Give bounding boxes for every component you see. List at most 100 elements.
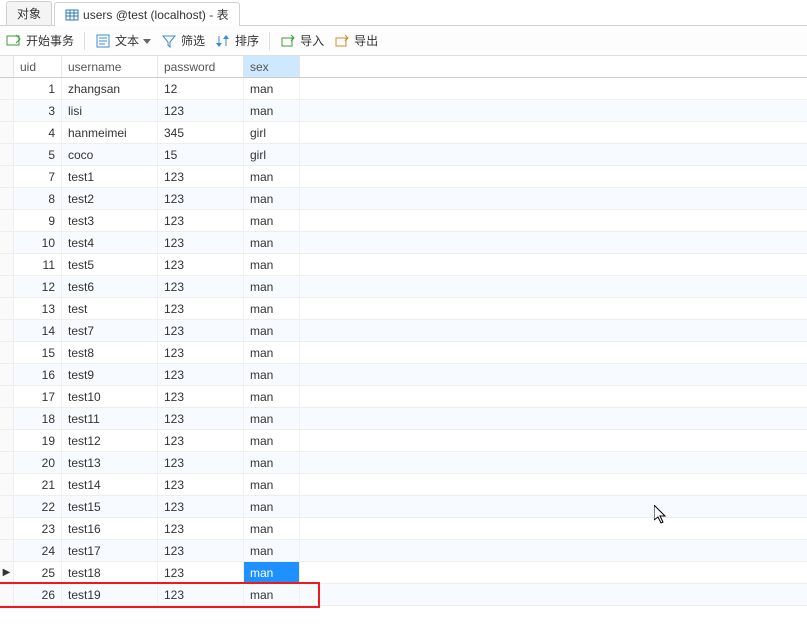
column-header-username[interactable]: username	[62, 56, 158, 77]
table-row[interactable]: 17test10123man	[0, 386, 807, 408]
table-row[interactable]: 4hanmeimei345girl	[0, 122, 807, 144]
cell-sex[interactable]: man	[244, 386, 300, 407]
import-button[interactable]: 导入	[280, 32, 324, 49]
cell-password[interactable]: 123	[158, 452, 244, 473]
cell-username[interactable]: test4	[62, 232, 158, 253]
cell-username[interactable]: test9	[62, 364, 158, 385]
cell-username[interactable]: test14	[62, 474, 158, 495]
cell-password[interactable]: 123	[158, 386, 244, 407]
cell-uid[interactable]: 3	[14, 100, 62, 121]
cell-password[interactable]: 123	[158, 364, 244, 385]
cell-sex[interactable]: girl	[244, 144, 300, 165]
table-row[interactable]: 3lisi123man	[0, 100, 807, 122]
cell-password[interactable]: 123	[158, 298, 244, 319]
tab-objects[interactable]: 对象	[6, 1, 52, 25]
cell-username[interactable]: test1	[62, 166, 158, 187]
table-row[interactable]: 15test8123man	[0, 342, 807, 364]
table-row[interactable]: 23test16123man	[0, 518, 807, 540]
cell-sex[interactable]: man	[244, 584, 300, 605]
cell-password[interactable]: 123	[158, 210, 244, 231]
table-row[interactable]: 18test11123man	[0, 408, 807, 430]
table-row[interactable]: 1zhangsan12man	[0, 78, 807, 100]
sort-button[interactable]: 排序	[215, 32, 259, 49]
cell-password[interactable]: 123	[158, 408, 244, 429]
cell-username[interactable]: test7	[62, 320, 158, 341]
table-row[interactable]: 22test15123man	[0, 496, 807, 518]
table-row[interactable]: 9test3123man	[0, 210, 807, 232]
cell-username[interactable]: test2	[62, 188, 158, 209]
cell-username[interactable]: test	[62, 298, 158, 319]
cell-password[interactable]: 123	[158, 474, 244, 495]
cell-sex[interactable]: man	[244, 408, 300, 429]
cell-sex[interactable]: man	[244, 100, 300, 121]
cell-password[interactable]: 123	[158, 496, 244, 517]
table-row[interactable]: 14test7123man	[0, 320, 807, 342]
cell-uid[interactable]: 20	[14, 452, 62, 473]
cell-username[interactable]: test15	[62, 496, 158, 517]
table-row[interactable]: 26test19123man	[0, 584, 807, 606]
cell-uid[interactable]: 26	[14, 584, 62, 605]
cell-uid[interactable]: 13	[14, 298, 62, 319]
cell-sex[interactable]: man	[244, 320, 300, 341]
cell-uid[interactable]: 5	[14, 144, 62, 165]
cell-password[interactable]: 123	[158, 276, 244, 297]
cell-password[interactable]: 123	[158, 254, 244, 275]
cell-sex[interactable]: man	[244, 298, 300, 319]
cell-username[interactable]: lisi	[62, 100, 158, 121]
table-row[interactable]: 5coco15girl	[0, 144, 807, 166]
cell-username[interactable]: test17	[62, 540, 158, 561]
cell-sex[interactable]: man	[244, 452, 300, 473]
table-row[interactable]: 8test2123man	[0, 188, 807, 210]
cell-uid[interactable]: 9	[14, 210, 62, 231]
table-row[interactable]: 24test17123man	[0, 540, 807, 562]
cell-password[interactable]: 12	[158, 78, 244, 99]
cell-uid[interactable]: 8	[14, 188, 62, 209]
cell-password[interactable]: 123	[158, 188, 244, 209]
cell-username[interactable]: test10	[62, 386, 158, 407]
cell-username[interactable]: coco	[62, 144, 158, 165]
cell-uid[interactable]: 24	[14, 540, 62, 561]
cell-password[interactable]: 15	[158, 144, 244, 165]
cell-uid[interactable]: 17	[14, 386, 62, 407]
cell-sex[interactable]: man	[244, 540, 300, 561]
cell-username[interactable]: test16	[62, 518, 158, 539]
cell-username[interactable]: hanmeimei	[62, 122, 158, 143]
cell-uid[interactable]: 15	[14, 342, 62, 363]
cell-sex[interactable]: man	[244, 188, 300, 209]
cell-password[interactable]: 123	[158, 540, 244, 561]
cell-password[interactable]: 123	[158, 584, 244, 605]
column-header-sex[interactable]: sex	[244, 56, 300, 77]
cell-password[interactable]: 123	[158, 562, 244, 583]
cell-uid[interactable]: 21	[14, 474, 62, 495]
cell-uid[interactable]: 23	[14, 518, 62, 539]
cell-sex[interactable]: man	[244, 364, 300, 385]
cell-sex[interactable]: man	[244, 518, 300, 539]
cell-uid[interactable]: 19	[14, 430, 62, 451]
cell-username[interactable]: zhangsan	[62, 78, 158, 99]
cell-uid[interactable]: 18	[14, 408, 62, 429]
table-row[interactable]: 7test1123man	[0, 166, 807, 188]
cell-uid[interactable]: 10	[14, 232, 62, 253]
export-button[interactable]: 导出	[334, 32, 378, 49]
cell-password[interactable]: 123	[158, 232, 244, 253]
table-row[interactable]: 10test4123man	[0, 232, 807, 254]
cell-uid[interactable]: 11	[14, 254, 62, 275]
cell-username[interactable]: test6	[62, 276, 158, 297]
cell-sex[interactable]: man	[244, 342, 300, 363]
cell-password[interactable]: 123	[158, 430, 244, 451]
cell-uid[interactable]: 7	[14, 166, 62, 187]
table-row[interactable]: 13test123man	[0, 298, 807, 320]
cell-username[interactable]: test5	[62, 254, 158, 275]
cell-uid[interactable]: 16	[14, 364, 62, 385]
cell-username[interactable]: test8	[62, 342, 158, 363]
cell-uid[interactable]: 22	[14, 496, 62, 517]
cell-username[interactable]: test11	[62, 408, 158, 429]
cell-uid[interactable]: 12	[14, 276, 62, 297]
cell-sex[interactable]: man	[244, 78, 300, 99]
table-row[interactable]: 11test5123man	[0, 254, 807, 276]
cell-password[interactable]: 123	[158, 518, 244, 539]
table-row[interactable]: 12test6123man	[0, 276, 807, 298]
table-row[interactable]: 20test13123man	[0, 452, 807, 474]
table-row[interactable]: 16test9123man	[0, 364, 807, 386]
cell-sex[interactable]: man	[244, 210, 300, 231]
